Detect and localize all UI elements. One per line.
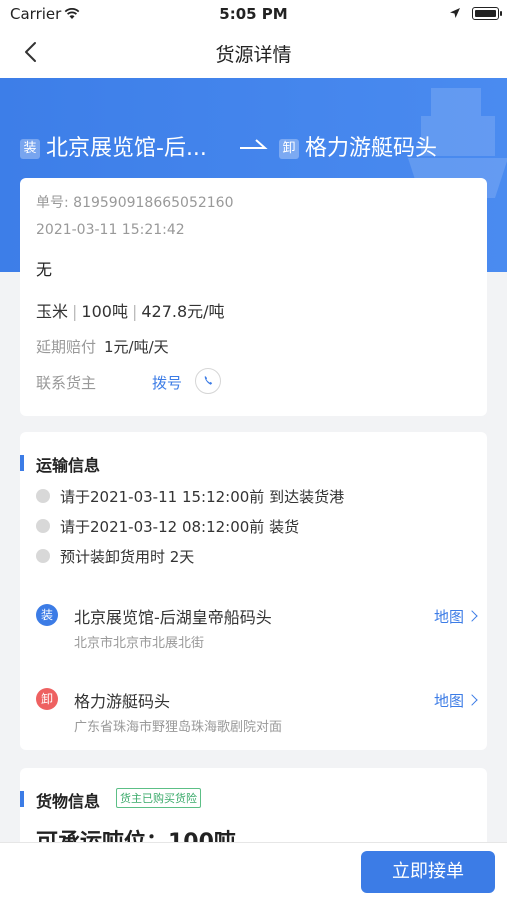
clock-icon [36, 519, 50, 533]
load-map-link[interactable]: 地图 [434, 606, 478, 627]
clock-icon [36, 549, 50, 563]
cargo-type: 玉米 [36, 302, 69, 321]
unload-location-name: 格力游艇码头 [74, 692, 171, 711]
route-destination-name: 格力游艇码头 [305, 136, 438, 161]
cargo-info: 玉米 | 100吨 | 427.8元/吨 [36, 298, 225, 322]
page-title: 货源详情 [215, 44, 292, 66]
insurance-badge: 货主已购买货险 [116, 788, 201, 808]
accept-order-button[interactable]: 立即接单 [361, 851, 495, 893]
route-summary: 装北京展览馆-后... 卸格力游艇码头 [20, 130, 490, 162]
unload-badge: 卸 [36, 688, 58, 710]
cargo-weight: 100吨 [81, 302, 128, 321]
status-bar: Carrier 5:05 PM [0, 0, 507, 28]
cargo-price: 427.8元/吨 [141, 302, 225, 321]
route-origin: 装北京展览馆-后... [20, 130, 207, 162]
route-destination: 卸格力游艇码头 [279, 130, 437, 162]
order-number: 单号: 819590918665052160 [36, 195, 234, 211]
load-badge: 装 [36, 604, 58, 626]
unload-map-link[interactable]: 地图 [434, 690, 478, 711]
contact-owner-label: 联系货主 [36, 374, 97, 392]
delay-value: 1元/吨/天 [104, 338, 169, 356]
load-location-name: 北京展览馆-后湖皇帝船码头 [74, 608, 272, 627]
clock-time: 5:05 PM [219, 5, 288, 23]
order-summary-card: 单号: 819590918665052160 2021-03-11 15:21:… [20, 178, 487, 416]
order-remark: 无 [36, 260, 53, 279]
section-accent-bar [20, 455, 24, 471]
route-arrow-icon [240, 139, 268, 149]
unload-tag: 卸 [279, 139, 299, 159]
location-arrow-icon [450, 8, 460, 18]
clock-icon [36, 489, 50, 503]
phone-icon[interactable] [195, 368, 221, 394]
load-tag: 装 [20, 139, 40, 159]
separator: | [72, 302, 78, 321]
chevron-right-icon [466, 694, 478, 706]
order-date: 2021-03-11 15:21:42 [36, 222, 185, 238]
section-accent-bar [20, 791, 24, 807]
nav-bar: 货源详情 [0, 28, 507, 78]
route-origin-name: 北京展览馆-后... [46, 136, 207, 161]
battery-icon [472, 7, 502, 20]
transport-info-card: 运输信息 请于2021-03-11 15:12:00前 到达装货港 请于2021… [20, 432, 487, 750]
dial-button[interactable]: 拨号 [152, 372, 182, 393]
delay-compensation: 延期赔付 1元/吨/天 [36, 336, 169, 357]
unload-location-address: 广东省珠海市野狸岛珠海歌剧院对面 [74, 720, 283, 735]
bottom-action-bar: 立即接单 [0, 842, 507, 901]
delay-label: 延期赔付 [36, 338, 97, 356]
load-location-address: 北京市北京市北展北街 [74, 636, 205, 651]
chevron-right-icon [466, 610, 478, 622]
separator: | [131, 302, 138, 321]
